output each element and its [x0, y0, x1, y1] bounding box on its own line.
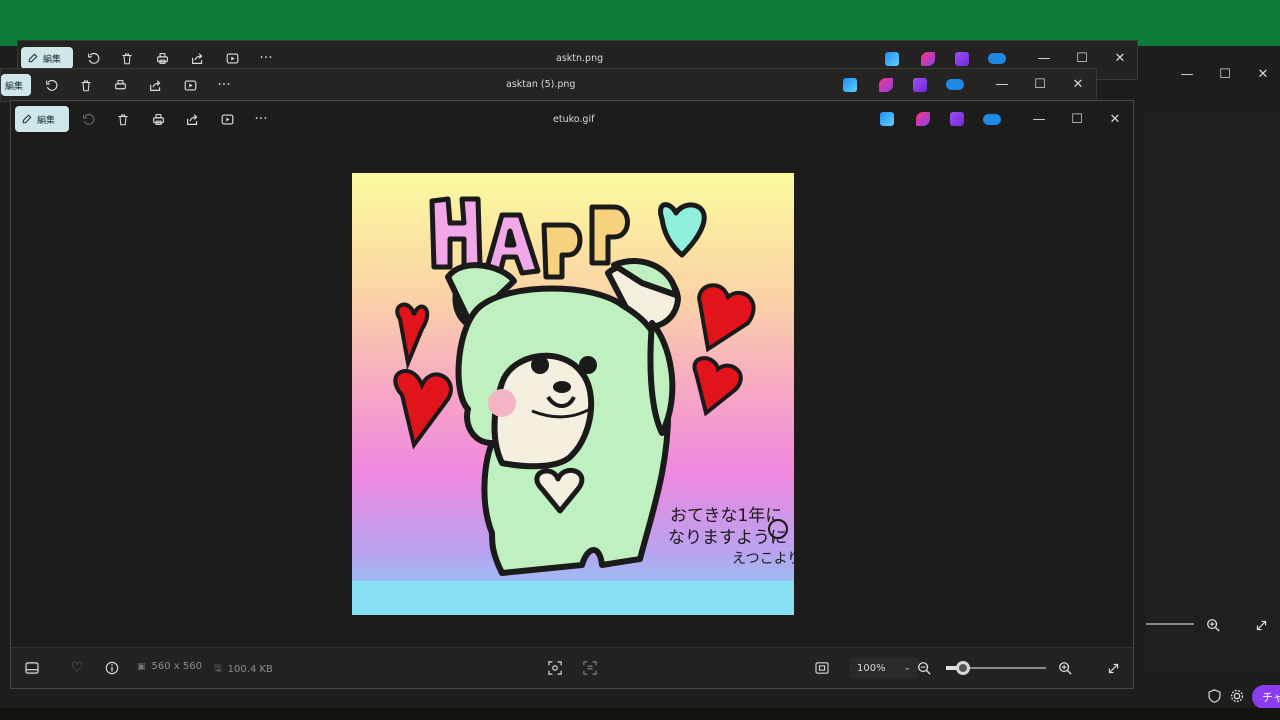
zoom-slider-thumb[interactable]: [956, 661, 970, 675]
dimensions-info: ▣ 560 x 560: [137, 661, 202, 672]
designer-app-icon[interactable]: [843, 78, 857, 92]
clipchamp-app-icon[interactable]: [955, 52, 969, 66]
minimize-icon[interactable]: —: [1028, 110, 1050, 128]
print-icon[interactable]: [153, 49, 171, 67]
bg-zoom-slider[interactable]: [1146, 623, 1194, 625]
rotate-icon[interactable]: [84, 49, 102, 67]
visual-search-icon[interactable]: [546, 659, 564, 677]
photos-window-asktan5[interactable]: 編集 ··· asktan (5).png — ☐ ✕: [0, 68, 1097, 102]
window-title: asktn.png: [556, 53, 604, 64]
minimize-icon[interactable]: —: [991, 75, 1013, 93]
maximize-icon[interactable]: ☐: [1029, 75, 1051, 93]
window-title: asktan (5).png: [506, 79, 576, 90]
designer-app-icon[interactable]: [880, 112, 894, 126]
slideshow-icon[interactable]: [223, 49, 241, 67]
delete-icon[interactable]: [77, 76, 95, 94]
file-size-text: 100.4 KB: [227, 663, 273, 675]
etuko-image: おてきな1年に なりますように えつこより: [352, 173, 794, 615]
photos-window-etuko[interactable]: 編集 ··· etuko.gif — ☐ ✕ おてきな1年に なりますように え…: [10, 100, 1134, 689]
onedrive-icon[interactable]: [946, 79, 964, 90]
edit-button[interactable]: 編集: [21, 47, 73, 69]
bg-fullscreen-icon[interactable]: [1252, 616, 1270, 634]
slideshow-icon[interactable]: [181, 76, 199, 94]
info-icon[interactable]: [103, 659, 121, 677]
onedrive-icon[interactable]: [988, 53, 1006, 64]
zoom-level-select[interactable]: 100% ⌄: [849, 658, 919, 678]
bg-maximize-icon[interactable]: ☐: [1214, 65, 1236, 83]
dimensions-text: 560 x 560: [151, 661, 202, 672]
message-line-1: おてきな1年に: [670, 506, 782, 526]
zoom-level-text: 100%: [857, 662, 886, 674]
background-window-panel: [1146, 112, 1280, 672]
share-icon[interactable]: [146, 76, 164, 94]
close-icon[interactable]: ✕: [1104, 110, 1126, 128]
fullscreen-icon[interactable]: [1104, 659, 1122, 677]
shield-icon[interactable]: [1206, 688, 1222, 704]
edit-icon: [22, 114, 32, 124]
designer-app-icon[interactable]: [885, 52, 899, 66]
edit-label: 編集: [37, 115, 56, 126]
share-icon[interactable]: [188, 49, 206, 67]
window-title: etuko.gif: [553, 114, 595, 125]
bg-close-icon[interactable]: ✕: [1252, 65, 1274, 83]
more-icon[interactable]: ···: [257, 49, 275, 67]
more-icon[interactable]: ···: [215, 76, 233, 94]
edit-icon: [28, 53, 38, 63]
paint-app-icon[interactable]: [921, 52, 935, 66]
chevron-down-icon: ⌄: [903, 663, 911, 673]
clipchamp-app-icon[interactable]: [913, 78, 927, 92]
minimize-icon[interactable]: —: [1033, 49, 1055, 67]
edit-label: 編集: [5, 81, 24, 92]
maximize-icon[interactable]: ☐: [1071, 49, 1093, 67]
chat-button[interactable]: チャ: [1252, 685, 1280, 709]
signature: えつこより: [732, 551, 794, 567]
rotate-icon[interactable]: [79, 110, 97, 128]
delete-icon[interactable]: [118, 49, 136, 67]
zoom-in-icon[interactable]: [1056, 659, 1074, 677]
bg-minimize-icon[interactable]: —: [1176, 65, 1198, 83]
image-viewer-canvas[interactable]: おてきな1年に なりますように えつこより: [352, 173, 794, 615]
bg-zoom-in-icon[interactable]: [1204, 616, 1222, 634]
close-icon[interactable]: ✕: [1067, 75, 1089, 93]
filmstrip-icon[interactable]: [23, 659, 41, 677]
rotate-icon[interactable]: [42, 76, 60, 94]
file-size-info: 🖫 100.4 KB: [214, 661, 273, 677]
print-icon[interactable]: [149, 110, 167, 128]
viewer-bottom-bar: ♡ ▣ 560 x 560 🖫 100.4 KB 100% ⌄: [11, 647, 1133, 688]
file-size-icon: 🖫: [214, 664, 222, 674]
zoom-out-icon[interactable]: [915, 659, 933, 677]
clipchamp-app-icon[interactable]: [950, 112, 964, 126]
maximize-icon[interactable]: ☐: [1066, 110, 1088, 128]
taskbar-strip: [0, 708, 1280, 720]
delete-icon[interactable]: [114, 110, 132, 128]
paint-app-icon[interactable]: [879, 78, 893, 92]
chat-label: チャ: [1262, 691, 1280, 704]
print-icon[interactable]: [111, 76, 129, 94]
edit-button[interactable]: 編集: [15, 106, 69, 132]
more-icon[interactable]: ···: [252, 110, 270, 128]
text-scan-icon[interactable]: [581, 659, 599, 677]
paint-app-icon[interactable]: [916, 112, 930, 126]
share-icon[interactable]: [183, 110, 201, 128]
fit-to-window-icon[interactable]: [813, 659, 831, 677]
edit-button-partial[interactable]: 編集: [1, 74, 31, 96]
close-icon[interactable]: ✕: [1109, 49, 1131, 67]
settings-gear-icon[interactable]: [1229, 688, 1245, 704]
edit-label: 編集: [43, 54, 62, 65]
slideshow-icon[interactable]: [218, 110, 236, 128]
onedrive-icon[interactable]: [983, 114, 1001, 125]
favorite-icon[interactable]: ♡: [68, 659, 86, 677]
image-size-icon: ▣: [137, 661, 146, 672]
